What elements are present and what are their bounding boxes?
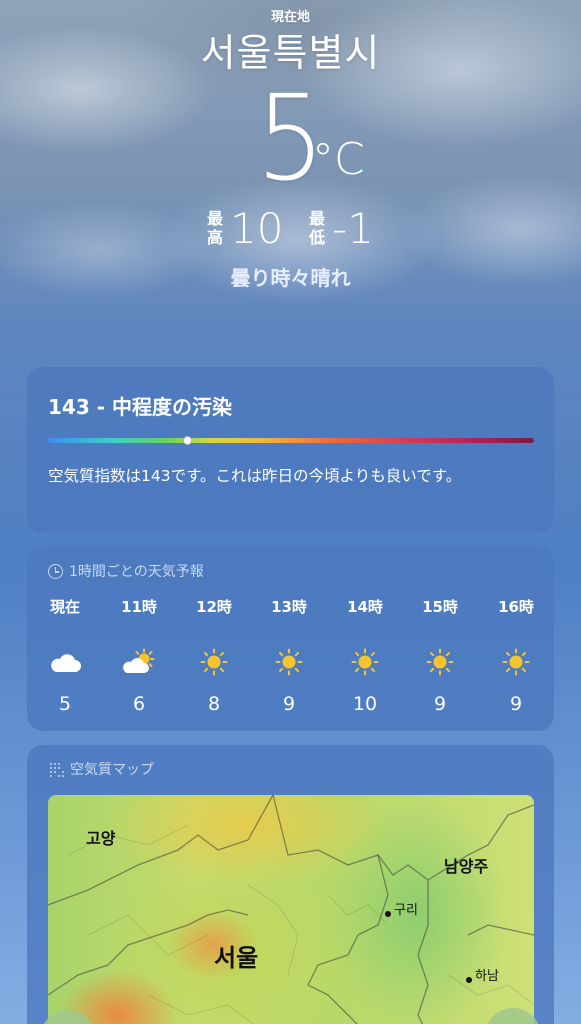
partly-sunny-icon: [109, 647, 169, 677]
map-label-seoul: 서울: [214, 944, 259, 972]
air-quality-card[interactable]: 143 - 中程度の汚染 空気質指数は143です。これは昨日の今頃よりも良いです…: [27, 367, 554, 533]
hour-time: 11時: [121, 598, 157, 616]
hour-temp: 9: [433, 693, 447, 715]
hour-time: 現在: [49, 598, 80, 616]
aqi-scale-bar: [48, 438, 534, 443]
sun-icon: [486, 647, 546, 677]
sun-icon: [184, 647, 244, 677]
hour-temp: 6: [132, 693, 146, 715]
hour-temp: 10: [352, 693, 378, 715]
map-label-goyang: 고양: [86, 829, 116, 848]
air-quality-map[interactable]: 고양 남양주 구리 서울 하남: [48, 795, 534, 1024]
hour-item: 現在 5: [35, 597, 95, 715]
hourly-forecast-card[interactable]: 1時間ごとの天気予報 現在 5 11時 6 12時 8 13時 9 14時 10…: [27, 547, 554, 731]
high-low-row: 最高 10 最低 -1: [0, 205, 581, 253]
hourly-list[interactable]: 現在 5 11時 6 12時 8 13時 9 14時 10 15時 9 16時 …: [27, 597, 554, 727]
clock-icon: [48, 563, 63, 579]
map-header: 空気質マップ: [48, 759, 154, 779]
forecast-header-label: 1時間ごとの天気予報: [69, 564, 204, 580]
hour-temp: 8: [207, 693, 221, 715]
aqi-title: 143 - 中程度の汚染: [48, 395, 232, 419]
low-value: -1: [332, 204, 374, 253]
sun-icon: [335, 647, 395, 677]
hour-time: 12時: [196, 598, 232, 616]
map-pin-guri: [385, 911, 391, 917]
sun-icon: [410, 647, 470, 677]
high-value: 10: [230, 204, 284, 253]
weather-condition: 曇り時々晴れ: [230, 266, 351, 290]
hour-temp: 9: [282, 693, 296, 715]
map-pin-hanam: [466, 977, 472, 983]
low-label: 最低: [308, 209, 325, 247]
cloud-icon: [35, 647, 95, 677]
sun-icon: [259, 647, 319, 677]
hour-item: 11時 6: [109, 597, 169, 715]
high-label: 最高: [206, 209, 223, 247]
map-label-guri: 구리: [394, 903, 418, 918]
hour-item: 13時 9: [259, 597, 319, 715]
hour-temp: 5: [58, 693, 72, 715]
air-quality-map-card[interactable]: 空気質マップ 고양 남양주 구리 서울 하남: [27, 745, 554, 1024]
hour-item: 16時 9: [486, 597, 546, 715]
hour-temp: 9: [509, 693, 523, 715]
hour-time: 14時: [347, 598, 383, 616]
hour-item: 14時 10: [335, 597, 395, 715]
current-temperature: 5 °C: [0, 78, 581, 198]
hour-item: 15時 9: [410, 597, 470, 715]
hour-time: 15時: [422, 598, 458, 616]
map-header-label: 空気質マップ: [70, 762, 154, 778]
map-boundaries: [48, 795, 534, 1024]
hour-item: 12時 8: [184, 597, 244, 715]
temperature-unit: °C: [312, 134, 365, 185]
hour-time: 16時: [498, 598, 534, 616]
map-label-hanam: 하남: [475, 969, 499, 984]
air-quality-icon: [50, 762, 64, 777]
forecast-header: 1時間ごとの天気予報: [48, 561, 204, 581]
hour-time: 13時: [271, 598, 307, 616]
aqi-description: 空気質指数は143です。これは昨日の今頃よりも良いです。: [48, 467, 462, 485]
map-label-namyangju: 남양주: [444, 857, 489, 876]
